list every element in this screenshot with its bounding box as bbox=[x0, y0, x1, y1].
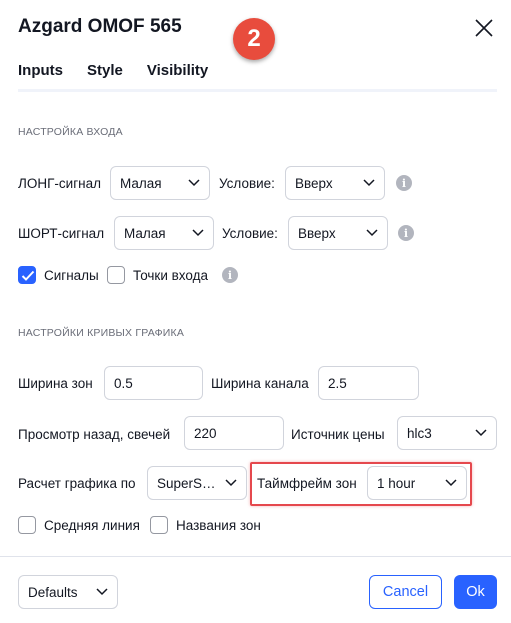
short-signal-label: ШОРТ-сигнал bbox=[18, 226, 105, 241]
long-condition-select[interactable]: Вверх bbox=[285, 166, 385, 200]
tab-visibility[interactable]: Visibility bbox=[147, 62, 208, 92]
short-condition-value: Вверх bbox=[298, 225, 336, 241]
short-signal-select[interactable]: Малая bbox=[114, 216, 214, 250]
zone-names-label: Названия зон bbox=[176, 518, 261, 533]
zone-width-input[interactable]: 0.5 bbox=[104, 366, 203, 400]
channel-width-label: Ширина канала bbox=[211, 376, 309, 391]
info-icon[interactable]: i bbox=[398, 225, 414, 241]
defaults-label: Defaults bbox=[28, 584, 78, 600]
defaults-dropdown[interactable]: Defaults bbox=[18, 575, 118, 609]
tab-inputs[interactable]: Inputs bbox=[18, 62, 63, 92]
dialog-title: Azgard OMOF 565 bbox=[18, 16, 182, 37]
close-button[interactable] bbox=[470, 14, 498, 42]
middle-line-checkbox[interactable] bbox=[18, 516, 36, 534]
zone-width-label: Ширина зон bbox=[18, 376, 93, 391]
calc-by-label: Расчет графика по bbox=[18, 476, 136, 491]
chevron-down-icon bbox=[366, 229, 378, 237]
info-icon[interactable]: i bbox=[222, 267, 238, 283]
section-input-settings: НАСТРОЙКА ВХОДА bbox=[18, 126, 123, 138]
highlight-frame bbox=[250, 462, 472, 506]
price-source-label: Источник цены bbox=[291, 427, 385, 442]
price-source-value: hlc3 bbox=[407, 425, 432, 441]
chevron-down-icon bbox=[475, 429, 487, 437]
tab-style[interactable]: Style bbox=[87, 62, 123, 92]
short-condition-label: Условие: bbox=[222, 226, 278, 241]
cancel-button[interactable]: Cancel bbox=[369, 575, 442, 609]
ok-button[interactable]: Ok bbox=[454, 575, 497, 609]
long-condition-label: Условие: bbox=[219, 176, 275, 191]
calc-by-value: SuperSm… bbox=[157, 475, 220, 491]
lookback-input[interactable]: 220 bbox=[184, 416, 284, 450]
chevron-down-icon bbox=[188, 179, 200, 187]
short-condition-select[interactable]: Вверх bbox=[288, 216, 388, 250]
price-source-select[interactable]: hlc3 bbox=[397, 416, 497, 450]
info-icon[interactable]: i bbox=[396, 175, 412, 191]
chevron-down-icon bbox=[192, 229, 204, 237]
section-curve-settings: НАСТРОЙКИ КРИВЫХ ГРАФИКА bbox=[18, 327, 185, 339]
long-condition-value: Вверх bbox=[295, 175, 333, 191]
short-signal-value: Малая bbox=[124, 225, 166, 241]
chevron-down-icon bbox=[363, 179, 375, 187]
chevron-down-icon bbox=[225, 479, 237, 487]
channel-width-input[interactable]: 2.5 bbox=[318, 366, 419, 400]
entry-points-checkbox[interactable] bbox=[107, 266, 125, 284]
close-icon bbox=[475, 19, 493, 37]
middle-line-label: Средняя линия bbox=[44, 518, 140, 533]
entry-points-label: Точки входа bbox=[133, 268, 209, 283]
signals-label: Сигналы bbox=[44, 268, 99, 283]
long-signal-label: ЛОНГ-сигнал bbox=[18, 176, 101, 191]
tab-bar: Inputs Style Visibility bbox=[18, 62, 232, 92]
footer-divider bbox=[0, 556, 511, 557]
signals-checkbox[interactable] bbox=[18, 266, 36, 284]
long-signal-select[interactable]: Малая bbox=[110, 166, 210, 200]
step-badge: 2 bbox=[233, 18, 275, 60]
checkmark-icon bbox=[21, 270, 35, 281]
long-signal-value: Малая bbox=[120, 175, 162, 191]
indicator-settings-dialog: Azgard OMOF 565 2 Inputs Style Visibilit… bbox=[0, 0, 511, 623]
calc-by-select[interactable]: SuperSm… bbox=[147, 466, 247, 500]
tabs-divider bbox=[18, 89, 497, 92]
chevron-down-icon bbox=[96, 588, 108, 596]
lookback-label: Просмотр назад, свечей bbox=[18, 427, 171, 442]
zone-names-checkbox[interactable] bbox=[150, 516, 168, 534]
